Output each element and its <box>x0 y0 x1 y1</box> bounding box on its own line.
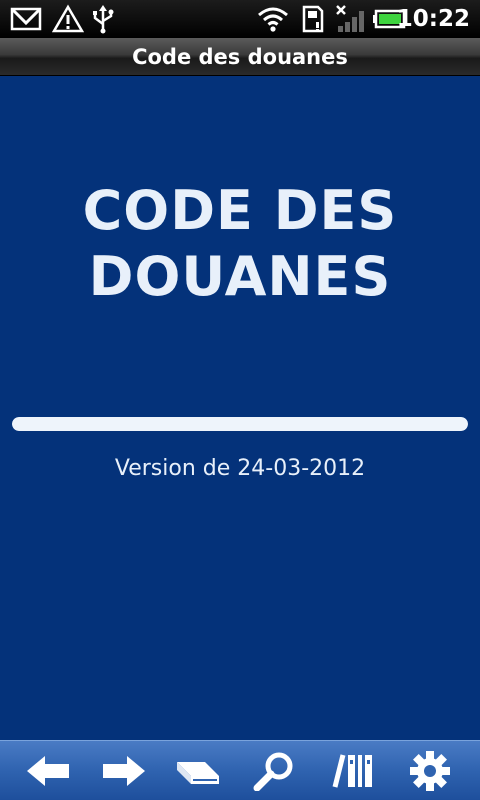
back-button[interactable] <box>10 741 86 800</box>
search-icon <box>253 752 293 791</box>
app-screen: 10:22 Code des douanes CODE DES DOUANES … <box>0 0 480 800</box>
no-signal-icon <box>336 5 364 32</box>
title-bar: Code des douanes <box>0 38 480 76</box>
status-clock: 10:22 <box>396 6 470 32</box>
bookmarks-button[interactable] <box>162 741 238 800</box>
status-bar: 10:22 <box>0 0 480 38</box>
bookmarks-icon <box>177 761 219 784</box>
settings-button[interactable] <box>392 741 468 800</box>
loading-progress-fill <box>12 417 468 431</box>
sd-card-icon <box>302 5 324 33</box>
version-label: Version de 24-03-2012 <box>114 456 366 481</box>
bottom-toolbar <box>0 740 480 800</box>
main-content: CODE DES DOUANES Version de 24-03-2012 <box>0 76 480 740</box>
search-button[interactable] <box>236 741 312 800</box>
forward-arrow-icon <box>103 755 145 786</box>
settings-gear-icon <box>410 750 450 791</box>
app-title: Code des douanes <box>132 45 348 69</box>
usb-icon <box>93 5 114 34</box>
wifi-icon <box>258 7 288 32</box>
forward-button[interactable] <box>86 741 162 800</box>
book-title: CODE DES DOUANES <box>82 179 398 308</box>
back-arrow-icon <box>27 755 69 786</box>
library-button[interactable] <box>316 741 392 800</box>
loading-progress-bar <box>12 417 468 431</box>
warning-icon <box>52 4 84 33</box>
gmail-icon <box>10 7 42 31</box>
library-icon <box>332 753 372 788</box>
